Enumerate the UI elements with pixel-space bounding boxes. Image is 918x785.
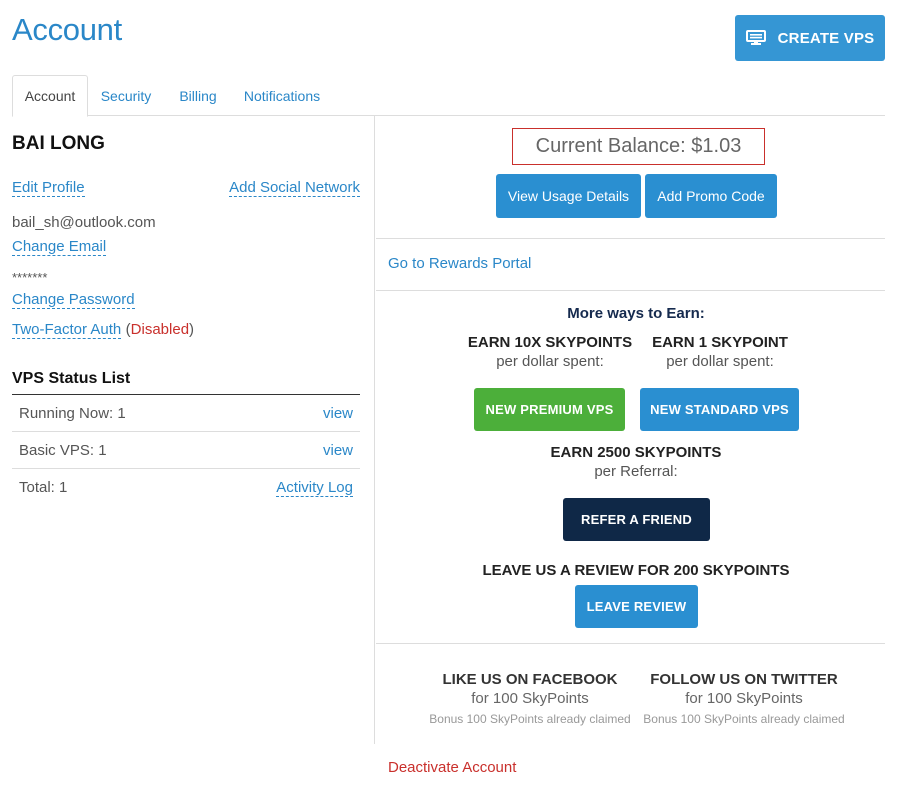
current-balance: Current Balance: $1.03 — [512, 128, 765, 165]
twitter-heading: FOLLOW US ON TWITTER — [650, 671, 838, 688]
review-heading: LEAVE US A REVIEW FOR 200 SKYPOINTS — [482, 562, 790, 579]
new-standard-vps-button[interactable]: NEW STANDARD VPS — [640, 388, 799, 431]
tab-bar: Account Security Billing Notifications — [12, 75, 885, 117]
section-divider — [376, 238, 885, 239]
new-premium-vps-button[interactable]: NEW PREMIUM VPS — [474, 388, 625, 431]
view-running-link[interactable]: view — [323, 405, 353, 422]
refer-a-friend-button[interactable]: REFER A FRIEND — [563, 498, 710, 541]
section-divider — [376, 290, 885, 291]
facebook-heading: LIKE US ON FACEBOOK — [442, 671, 618, 688]
two-factor-status: Disabled — [130, 321, 190, 338]
facebook-sub: for 100 SkyPoints — [471, 690, 589, 707]
vps-status-title: VPS Status List — [12, 370, 360, 395]
page-title: Account — [12, 12, 122, 47]
tab-notifications[interactable]: Notifications — [240, 75, 324, 116]
vps-status-row: Total: 1 Activity Log — [12, 469, 360, 506]
vps-row-label: Running Now: 1 — [19, 404, 126, 422]
change-password-link[interactable]: Change Password — [12, 291, 135, 309]
standard-earn-heading: EARN 1 SKYPOINT — [652, 334, 788, 351]
user-name: BAI LONG — [12, 133, 105, 154]
referral-earn-heading: EARN 2500 SKYPOINTS — [550, 444, 722, 461]
more-ways-title: More ways to Earn: — [567, 305, 705, 322]
premium-earn-sub: per dollar spent: — [496, 353, 604, 370]
view-usage-details-button[interactable]: View Usage Details — [496, 174, 641, 218]
two-factor-row: Two-Factor Auth (Disabled) — [12, 321, 194, 339]
twitter-sub: for 100 SkyPoints — [685, 690, 803, 707]
vps-status-row: Running Now: 1 view — [12, 395, 360, 432]
tab-account[interactable]: Account — [12, 75, 88, 117]
deactivate-account-link[interactable]: Deactivate Account — [388, 759, 516, 776]
standard-earn-sub: per dollar spent: — [666, 353, 774, 370]
two-factor-close-paren: ) — [189, 321, 195, 338]
add-social-network-link[interactable]: Add Social Network — [229, 179, 360, 197]
tab-security[interactable]: Security — [94, 75, 158, 116]
section-divider — [376, 643, 885, 644]
edit-profile-link[interactable]: Edit Profile — [12, 179, 85, 197]
create-vps-label: CREATE VPS — [777, 29, 875, 47]
tab-billing[interactable]: Billing — [174, 75, 222, 116]
premium-earn-heading: EARN 10X SKYPOINTS — [467, 334, 633, 351]
facebook-note: Bonus 100 SkyPoints already claimed — [429, 712, 631, 726]
add-promo-code-button[interactable]: Add Promo Code — [645, 174, 777, 218]
vps-row-label: Basic VPS: 1 — [19, 441, 107, 459]
monitor-icon — [745, 30, 766, 45]
twitter-note: Bonus 100 SkyPoints already claimed — [643, 712, 845, 726]
password-mask: ******* — [12, 270, 48, 285]
activity-log-link[interactable]: Activity Log — [276, 479, 353, 497]
change-email-link[interactable]: Change Email — [12, 238, 107, 256]
rewards-portal-link[interactable]: Go to Rewards Portal — [388, 255, 531, 272]
leave-review-button[interactable]: LEAVE REVIEW — [575, 585, 698, 628]
vps-row-label: Total: 1 — [19, 479, 68, 496]
two-factor-auth-link[interactable]: Two-Factor Auth — [12, 321, 122, 339]
create-vps-button[interactable]: CREATE VPS — [735, 15, 885, 61]
vps-status-row: Basic VPS: 1 view — [12, 432, 360, 469]
view-basic-link[interactable]: view — [323, 442, 353, 459]
column-divider — [374, 116, 375, 744]
referral-earn-sub: per Referral: — [594, 463, 678, 480]
email-value: bail_sh@outlook.com — [12, 214, 156, 231]
